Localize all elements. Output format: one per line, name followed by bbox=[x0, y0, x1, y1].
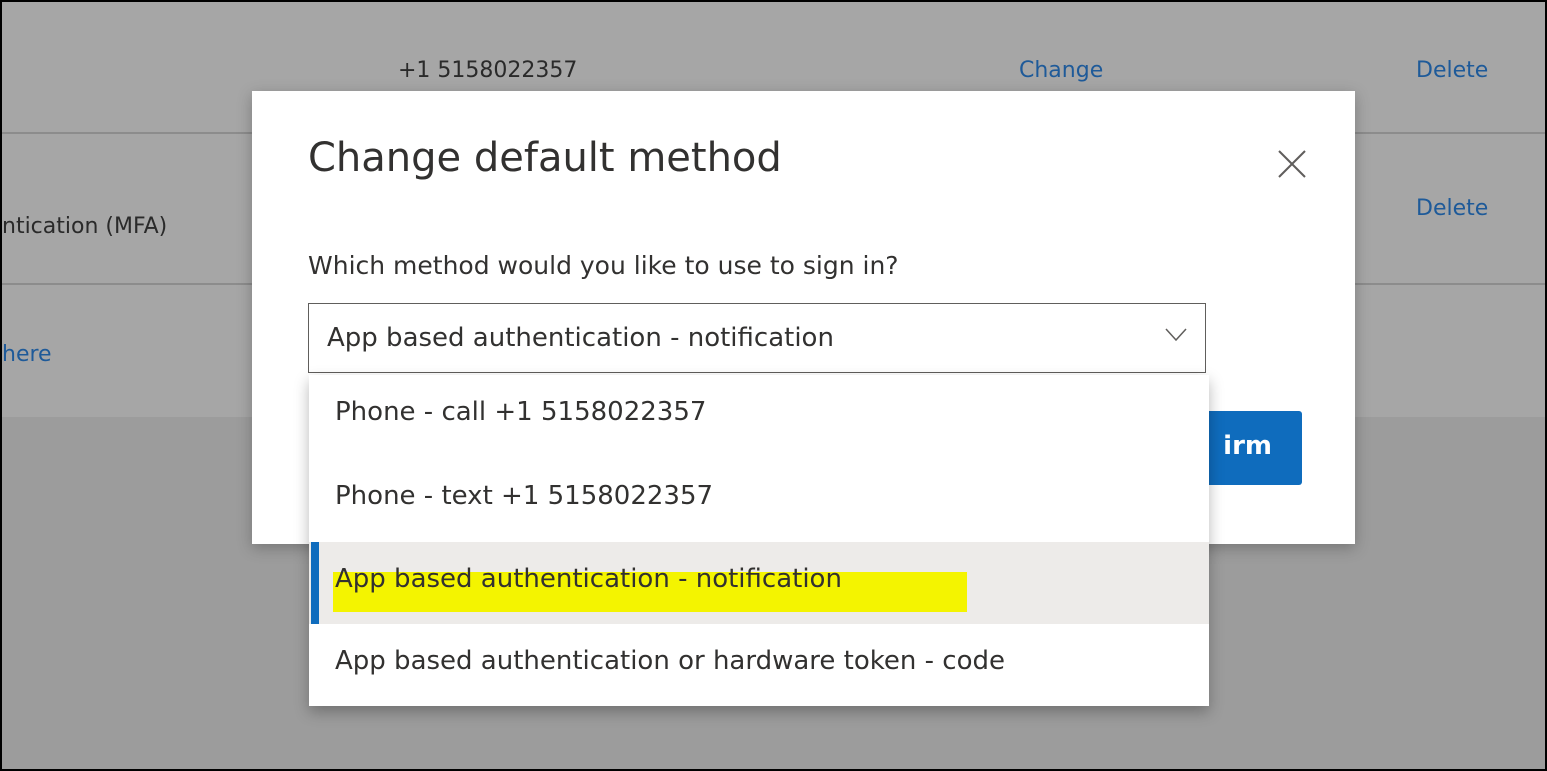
option-phone-call[interactable]: Phone - call +1 5158022357 bbox=[309, 375, 1209, 457]
option-app-code[interactable]: App based authentication or hardware tok… bbox=[309, 624, 1209, 706]
chevron-down-icon bbox=[1165, 328, 1187, 342]
option-phone-text[interactable]: Phone - text +1 5158022357 bbox=[309, 459, 1209, 541]
option-label: App based authentication - notification bbox=[335, 564, 842, 594]
method-name-partial: ntication (MFA) bbox=[2, 214, 168, 239]
option-label: Phone - call +1 5158022357 bbox=[335, 397, 707, 427]
confirm-button-label: irm bbox=[1223, 431, 1272, 461]
close-icon[interactable] bbox=[1275, 147, 1309, 181]
sign-in-method-prompt: Which method would you like to use to si… bbox=[308, 251, 899, 280]
phone-number: +1 5158022357 bbox=[398, 58, 578, 83]
dialog-title: Change default method bbox=[308, 135, 782, 181]
option-app-notification[interactable]: App based authentication - notification bbox=[309, 542, 1209, 624]
method-dropdown-list: Phone - call +1 5158022357 Phone - text … bbox=[309, 375, 1209, 706]
option-label: Phone - text +1 5158022357 bbox=[335, 481, 714, 511]
method-select[interactable]: App based authentication - notification bbox=[308, 303, 1206, 373]
delete-link-row2[interactable]: Delete bbox=[1416, 196, 1488, 221]
selected-indicator bbox=[311, 542, 319, 624]
partial-link[interactable]: here bbox=[2, 342, 52, 367]
select-current-value: App based authentication - notification bbox=[327, 323, 834, 353]
change-link[interactable]: Change bbox=[1019, 58, 1103, 83]
option-label: App based authentication or hardware tok… bbox=[335, 646, 1005, 676]
delete-link-row1[interactable]: Delete bbox=[1416, 58, 1488, 83]
screenshot-frame: +1 5158022357 Change Delete ntication (M… bbox=[2, 2, 1545, 769]
